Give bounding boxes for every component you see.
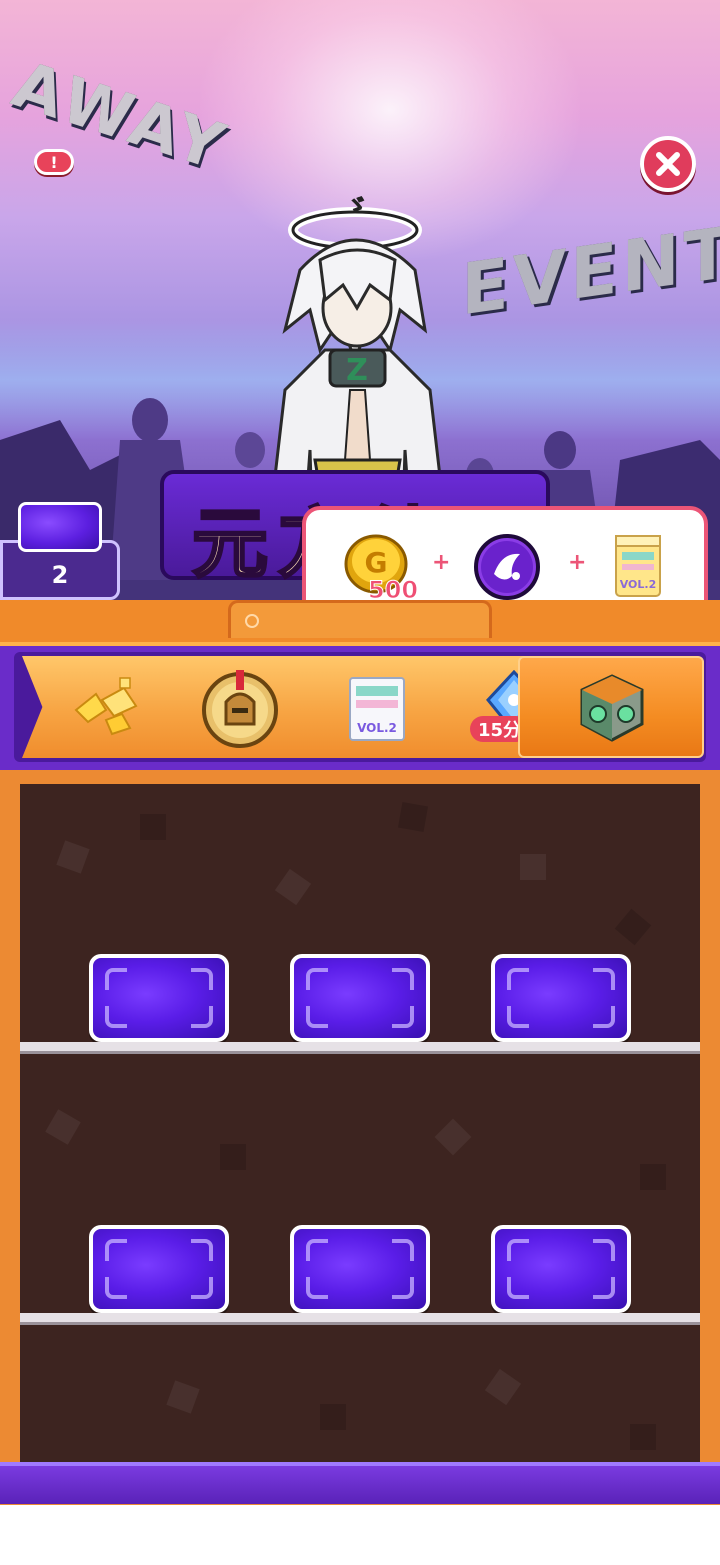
purple-orb-icon xyxy=(474,534,540,600)
card-slot-6[interactable] xyxy=(491,1225,631,1313)
svg-text:VOL.2: VOL.2 xyxy=(620,578,657,591)
bg-tile xyxy=(274,868,312,906)
close-icon xyxy=(656,152,680,176)
card-corner xyxy=(191,968,213,990)
card-counter[interactable]: 2 xyxy=(0,498,120,602)
card-corner xyxy=(507,1239,529,1261)
card-corner xyxy=(191,1006,213,1028)
shelf-background xyxy=(20,784,700,1474)
spartan-medal-icon xyxy=(202,670,278,748)
card-corner xyxy=(593,1277,615,1299)
card-corner xyxy=(105,968,127,990)
card-corner xyxy=(306,1239,328,1261)
plus-separator: + xyxy=(568,550,587,575)
card-corner xyxy=(306,968,328,990)
bg-tile xyxy=(45,1109,81,1145)
bg-tile xyxy=(640,1164,666,1190)
card-corner xyxy=(306,1006,328,1028)
close-button[interactable] xyxy=(640,136,696,192)
treasure-cube-icon xyxy=(580,674,644,742)
bg-tile xyxy=(220,1144,246,1170)
shelf-1 xyxy=(20,1042,700,1054)
card-slot-4[interactable] xyxy=(89,1225,229,1313)
gold-crystals-icon xyxy=(74,677,138,736)
card-corner xyxy=(392,1006,414,1028)
drink-box-icon: VOL.2 xyxy=(349,677,405,741)
bg-tile xyxy=(140,814,166,840)
card-corner xyxy=(593,968,615,990)
track-tab-dot xyxy=(245,614,259,628)
plus-separator: + xyxy=(432,550,451,575)
alert-icon: ! xyxy=(50,152,58,172)
card-corner xyxy=(593,1239,615,1261)
bg-tile xyxy=(614,908,652,946)
bg-tile xyxy=(397,801,429,833)
card-corner xyxy=(191,1277,213,1299)
card-corner xyxy=(105,1239,127,1261)
card-slot-2[interactable] xyxy=(290,954,430,1042)
card-corner xyxy=(507,1006,529,1028)
card-corner xyxy=(593,1006,615,1028)
svg-text:ゞ: ゞ xyxy=(347,193,367,217)
card-corner xyxy=(392,968,414,990)
card-corner xyxy=(105,1006,127,1028)
bg-tile xyxy=(434,1118,472,1156)
svg-text:Z: Z xyxy=(346,353,368,388)
bottom-bar xyxy=(0,1462,720,1504)
card-corner xyxy=(392,1277,414,1299)
track-step-5[interactable] xyxy=(518,656,704,758)
juice-box-icon: VOL.2 xyxy=(615,535,661,597)
card-corner xyxy=(392,1239,414,1261)
card-corner xyxy=(191,1239,213,1261)
alert-badge[interactable]: ! xyxy=(34,149,74,175)
bg-tile xyxy=(630,1424,656,1450)
bg-tile xyxy=(484,1368,522,1406)
card-slot-3[interactable] xyxy=(491,954,631,1042)
svg-text:VOL.2: VOL.2 xyxy=(357,721,397,735)
track-tab xyxy=(228,600,492,638)
card-corner xyxy=(507,968,529,990)
card-corner xyxy=(306,1277,328,1299)
bg-tile xyxy=(166,1380,200,1414)
card-slot-1[interactable] xyxy=(89,954,229,1042)
card-slot-5[interactable] xyxy=(290,1225,430,1313)
svg-text:G: G xyxy=(365,546,388,579)
shelf-2 xyxy=(20,1313,700,1325)
bg-tile xyxy=(56,840,90,874)
card-corner xyxy=(507,1277,529,1299)
card-back-icon xyxy=(18,502,102,552)
card-corner xyxy=(105,1277,127,1299)
bg-tile xyxy=(320,1404,346,1430)
bg-tile xyxy=(520,854,546,880)
